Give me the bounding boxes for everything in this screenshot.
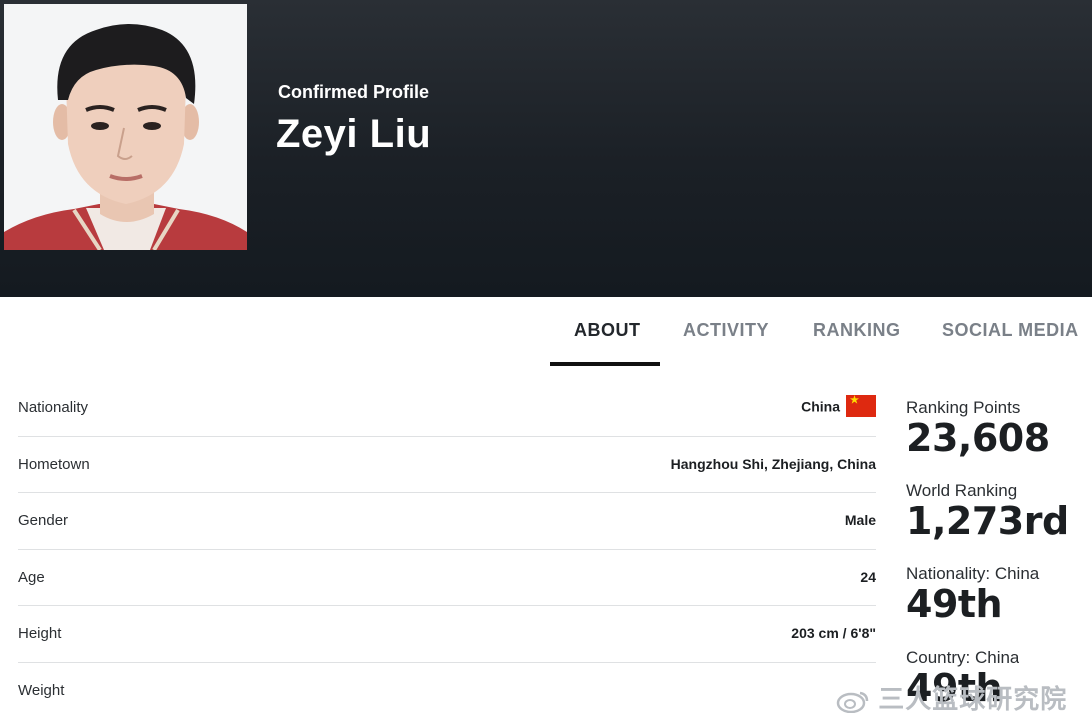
nationality-value: China (801, 398, 840, 415)
stat-value: 23,608 (906, 416, 1050, 460)
profile-tabs: ABOUT ACTIVITY RANKING SOCIAL MEDIA (0, 318, 1092, 368)
player-name: Zeyi Liu (276, 112, 432, 156)
row-value: 203 cm / 6'8" (791, 625, 876, 641)
stat-value: 1,273rd (906, 499, 1069, 543)
watermark-text: 三人篮球研究院 (878, 684, 1068, 714)
row-label: Weight (18, 681, 65, 699)
row-value: 24 (860, 568, 876, 585)
table-row: Height 203 cm / 6'8" (18, 606, 876, 663)
row-label: Age (18, 568, 45, 586)
stat-label: Country: China (906, 648, 1020, 667)
table-row: Weight (18, 663, 876, 719)
table-row: Age 24 (18, 550, 876, 606)
active-tab-indicator (550, 362, 660, 366)
stat-label: Nationality: China (906, 564, 1040, 583)
row-label: Nationality (18, 399, 89, 416)
table-row: Nationality China ★ (18, 380, 876, 437)
row-label: Hometown (18, 455, 90, 473)
row-label: Height (18, 625, 62, 642)
stat-label: World Ranking (906, 481, 1018, 500)
table-row: Gender Male (18, 493, 876, 550)
weibo-icon (836, 691, 869, 714)
stat-label: Ranking Points (906, 398, 1021, 417)
stat-ranking-points: Ranking Points 23,608 (906, 398, 1050, 458)
stat-value: 49th (906, 582, 1003, 626)
row-value: China ★ (801, 395, 876, 419)
watermark: 三人篮球研究院 (836, 679, 1067, 716)
stat-nationality-ranking: Nationality: China 49th (906, 564, 1039, 624)
profile-header: Confirmed Profile Zeyi Liu (0, 0, 1092, 297)
tab-about[interactable]: ABOUT (574, 318, 641, 364)
stat-world-ranking: World Ranking 1,273rd (906, 481, 1069, 541)
tab-social-media[interactable]: SOCIAL MEDIA (942, 318, 1079, 364)
player-photo (4, 4, 247, 250)
tab-activity[interactable]: ACTIVITY (683, 318, 769, 364)
row-value: Hangzhou Shi, Zhejiang, China (670, 455, 876, 472)
row-value: Male (844, 512, 876, 528)
confirmed-profile-label: Confirmed Profile (278, 82, 430, 102)
row-label: Gender (18, 512, 69, 529)
table-row: Hometown Hangzhou Shi, Zhejiang, China (18, 437, 876, 493)
tab-ranking[interactable]: RANKING (813, 318, 901, 364)
about-table: Nationality China ★ Hometown Hangzhou Shi… (18, 380, 876, 718)
china-flag-icon: ★ (846, 395, 876, 417)
